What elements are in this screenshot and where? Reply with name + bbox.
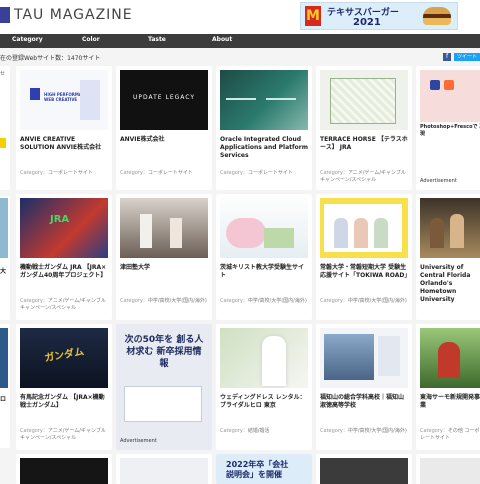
logo-mark-icon[interactable] [0, 7, 10, 23]
ad-year: 2021 [353, 17, 381, 28]
site-thumbnail [20, 458, 108, 484]
site-category[interactable]: Category：中学/高校/大学(国内/海外) [220, 298, 308, 305]
site-thumbnail [220, 328, 308, 388]
site-header: TAU MAGAZINE M テキサスバーガー 2021 [0, 0, 480, 34]
partial-text: 大 [0, 268, 7, 275]
site-title[interactable]: ANVIE CREATIVE SOLUTION ANVIE株式会社 [20, 136, 108, 152]
site-card[interactable]: ウェディングドレス レンタル：ブライダルヒロ 東京 Category：結婚/婚活 [216, 324, 312, 450]
header-advertisement[interactable]: M テキサスバーガー 2021 [300, 2, 458, 30]
site-card[interactable]: HIGH PERFORMANCE WEB CREATIVE ANVIE CREAT… [16, 66, 112, 190]
site-category[interactable]: Category：コーポレートサイト [220, 170, 308, 177]
site-title[interactable]: 茨城キリスト教大学受験生サイト [220, 264, 308, 280]
site-count: 在の登録Webサイト数：1470サイト [0, 55, 101, 62]
site-card[interactable]: 福知山の総合学科高校｜福知山淑徳高等学校 Category：中学/高校/大学(国… [316, 324, 412, 450]
site-category[interactable]: Category：アニメ/ゲーム/ギャンブル キャンペーン/スペシャル [20, 298, 108, 312]
site-card[interactable]: ガンダム 有馬記念ガンダム 【JRA×機動戦士ガンダム】 Category：アニ… [16, 324, 112, 450]
site-thumbnail [120, 458, 208, 484]
count-bar: 在の登録Webサイト数：1470サイト f ツイート [0, 50, 480, 64]
advertisement-label: Advertisement [120, 438, 157, 444]
site-thumbnail: ガンダム [20, 328, 108, 388]
site-thumbnail [320, 328, 408, 388]
site-category[interactable]: Category：アニメ/ゲーム/ギャンブル キャンペーン/スペシャル [20, 428, 108, 442]
facebook-share-button[interactable]: f [443, 53, 451, 61]
site-title[interactable]: Oracle Integrated Cloud Applications and… [220, 136, 308, 160]
site-title[interactable]: 有馬記念ガンダム 【JRA×機動戦士ガンダム】 [20, 394, 108, 410]
site-category[interactable]: Category：アニメ/ゲーム/ギャンブル キャンペーン/スペシャル [320, 170, 408, 184]
partial-text: セ [0, 70, 8, 110]
tweet-button[interactable]: ツイート [454, 53, 480, 61]
site-category[interactable]: Category：その他 コーポレートサイト [420, 428, 480, 442]
site-card[interactable]: University of Central Florida Orlando's … [416, 194, 480, 320]
site-card[interactable]: 東海サーモ新規開発事業 Category：その他 コーポレートサイト [416, 324, 480, 450]
site-card[interactable]: TERRACE HORSE 【テラスホース】 JRA Category：アニメ/… [316, 66, 412, 190]
partial-card[interactable]: セ [0, 66, 10, 190]
site-thumbnail [420, 458, 480, 484]
site-card[interactable]: 津田塾大学 Category：中学/高校/大学(国内/海外) [116, 194, 212, 320]
main-nav: Category Color Taste About [0, 34, 480, 48]
ad-card[interactable]: 次の50年を 創る人材求む 新卒採用情報 Advertisement [116, 324, 212, 450]
partial-card[interactable]: ロ [0, 324, 10, 448]
site-title[interactable]: University of Central Florida Orlando's … [420, 264, 480, 304]
ad-image [124, 386, 202, 422]
ad-card[interactable]: Photoshop+Frescoで 再現 Advertisement [416, 66, 480, 190]
site-category[interactable]: Category：コーポレートサイト [20, 170, 108, 177]
thumb-text: UPDATE LEGACY [132, 94, 196, 101]
site-title[interactable]: 津田塾大学 [120, 264, 208, 272]
site-category[interactable]: Category：中学/高校/大学(国内/海外) [320, 428, 408, 435]
site-thumbnail [320, 458, 408, 484]
nav-color[interactable]: Color [82, 36, 100, 43]
site-thumbnail [220, 198, 308, 258]
site-title[interactable]: ANVIE株式会社 [120, 136, 208, 144]
site-title[interactable]: 機動戦士ガンダム JRA 【JRA×ガンダム40周年プロジェクト】 [20, 264, 108, 280]
site-card[interactable]: 常磐大学・常磐短期大学 受験生応援サイト「TOKIWA ROAD」 Catego… [316, 194, 412, 320]
site-thumbnail [320, 70, 408, 130]
partial-image [0, 138, 6, 148]
nav-taste[interactable]: Taste [148, 36, 166, 43]
site-thumbnail [120, 198, 208, 258]
site-title[interactable]: 東海サーモ新規開発事業 [420, 394, 480, 410]
burger-image [423, 7, 451, 25]
ad-title: Photoshop+Frescoで 再現 [420, 124, 480, 137]
site-card[interactable]: 茨城キリスト教大学受験生サイト Category：中学/高校/大学(国内/海外) [216, 194, 312, 320]
site-thumbnail [420, 328, 480, 388]
site-category[interactable]: Category：中学/高校/大学(国内/海外) [120, 298, 208, 305]
ad-headline: 2022年卒「会社 説明会」を開催 [226, 460, 289, 479]
site-card[interactable]: Oracle Integrated Cloud Applications and… [216, 66, 312, 190]
site-logo[interactable]: TAU MAGAZINE [14, 7, 133, 23]
ad-headline: 次の50年を 創る人材求む 新卒採用情報 [124, 335, 204, 369]
site-title[interactable]: ウェディングドレス レンタル：ブライダルヒロ 東京 [220, 394, 308, 410]
site-card[interactable]: UPDATE LEGACY ANVIE株式会社 Category：コーポレートサ… [116, 66, 212, 190]
partial-text: ロ [0, 396, 7, 403]
site-card[interactable]: JRA 機動戦士ガンダム JRA 【JRA×ガンダム40周年プロジェクト】 Ca… [16, 194, 112, 320]
partial-image [0, 198, 8, 258]
site-thumbnail: JRA [20, 198, 108, 258]
nav-about[interactable]: About [212, 36, 232, 43]
site-thumbnail: UPDATE LEGACY [120, 70, 208, 130]
site-thumbnail [220, 70, 308, 130]
advertisement-label: Advertisement [420, 178, 457, 184]
site-thumbnail [420, 198, 480, 258]
site-thumbnail: HIGH PERFORMANCE WEB CREATIVE [20, 70, 108, 130]
ad-image [420, 70, 480, 122]
mcdonalds-logo-icon: M [305, 6, 321, 26]
partial-image [0, 328, 8, 388]
partial-card[interactable]: 大 [0, 196, 10, 320]
site-category[interactable]: Category：中学/高校/大学(国内/海外) [320, 298, 408, 305]
nav-category[interactable]: Category [12, 36, 43, 43]
site-category[interactable]: Category：結婚/婚活 [220, 428, 308, 435]
site-thumbnail [320, 198, 408, 258]
site-title[interactable]: 常磐大学・常磐短期大学 受験生応援サイト「TOKIWA ROAD」 [320, 264, 410, 280]
site-title[interactable]: 福知山の総合学科高校｜福知山淑徳高等学校 [320, 394, 408, 410]
site-title[interactable]: TERRACE HORSE 【テラスホース】 JRA [320, 136, 408, 152]
site-category[interactable]: Category：コーポレートサイト [120, 170, 208, 177]
